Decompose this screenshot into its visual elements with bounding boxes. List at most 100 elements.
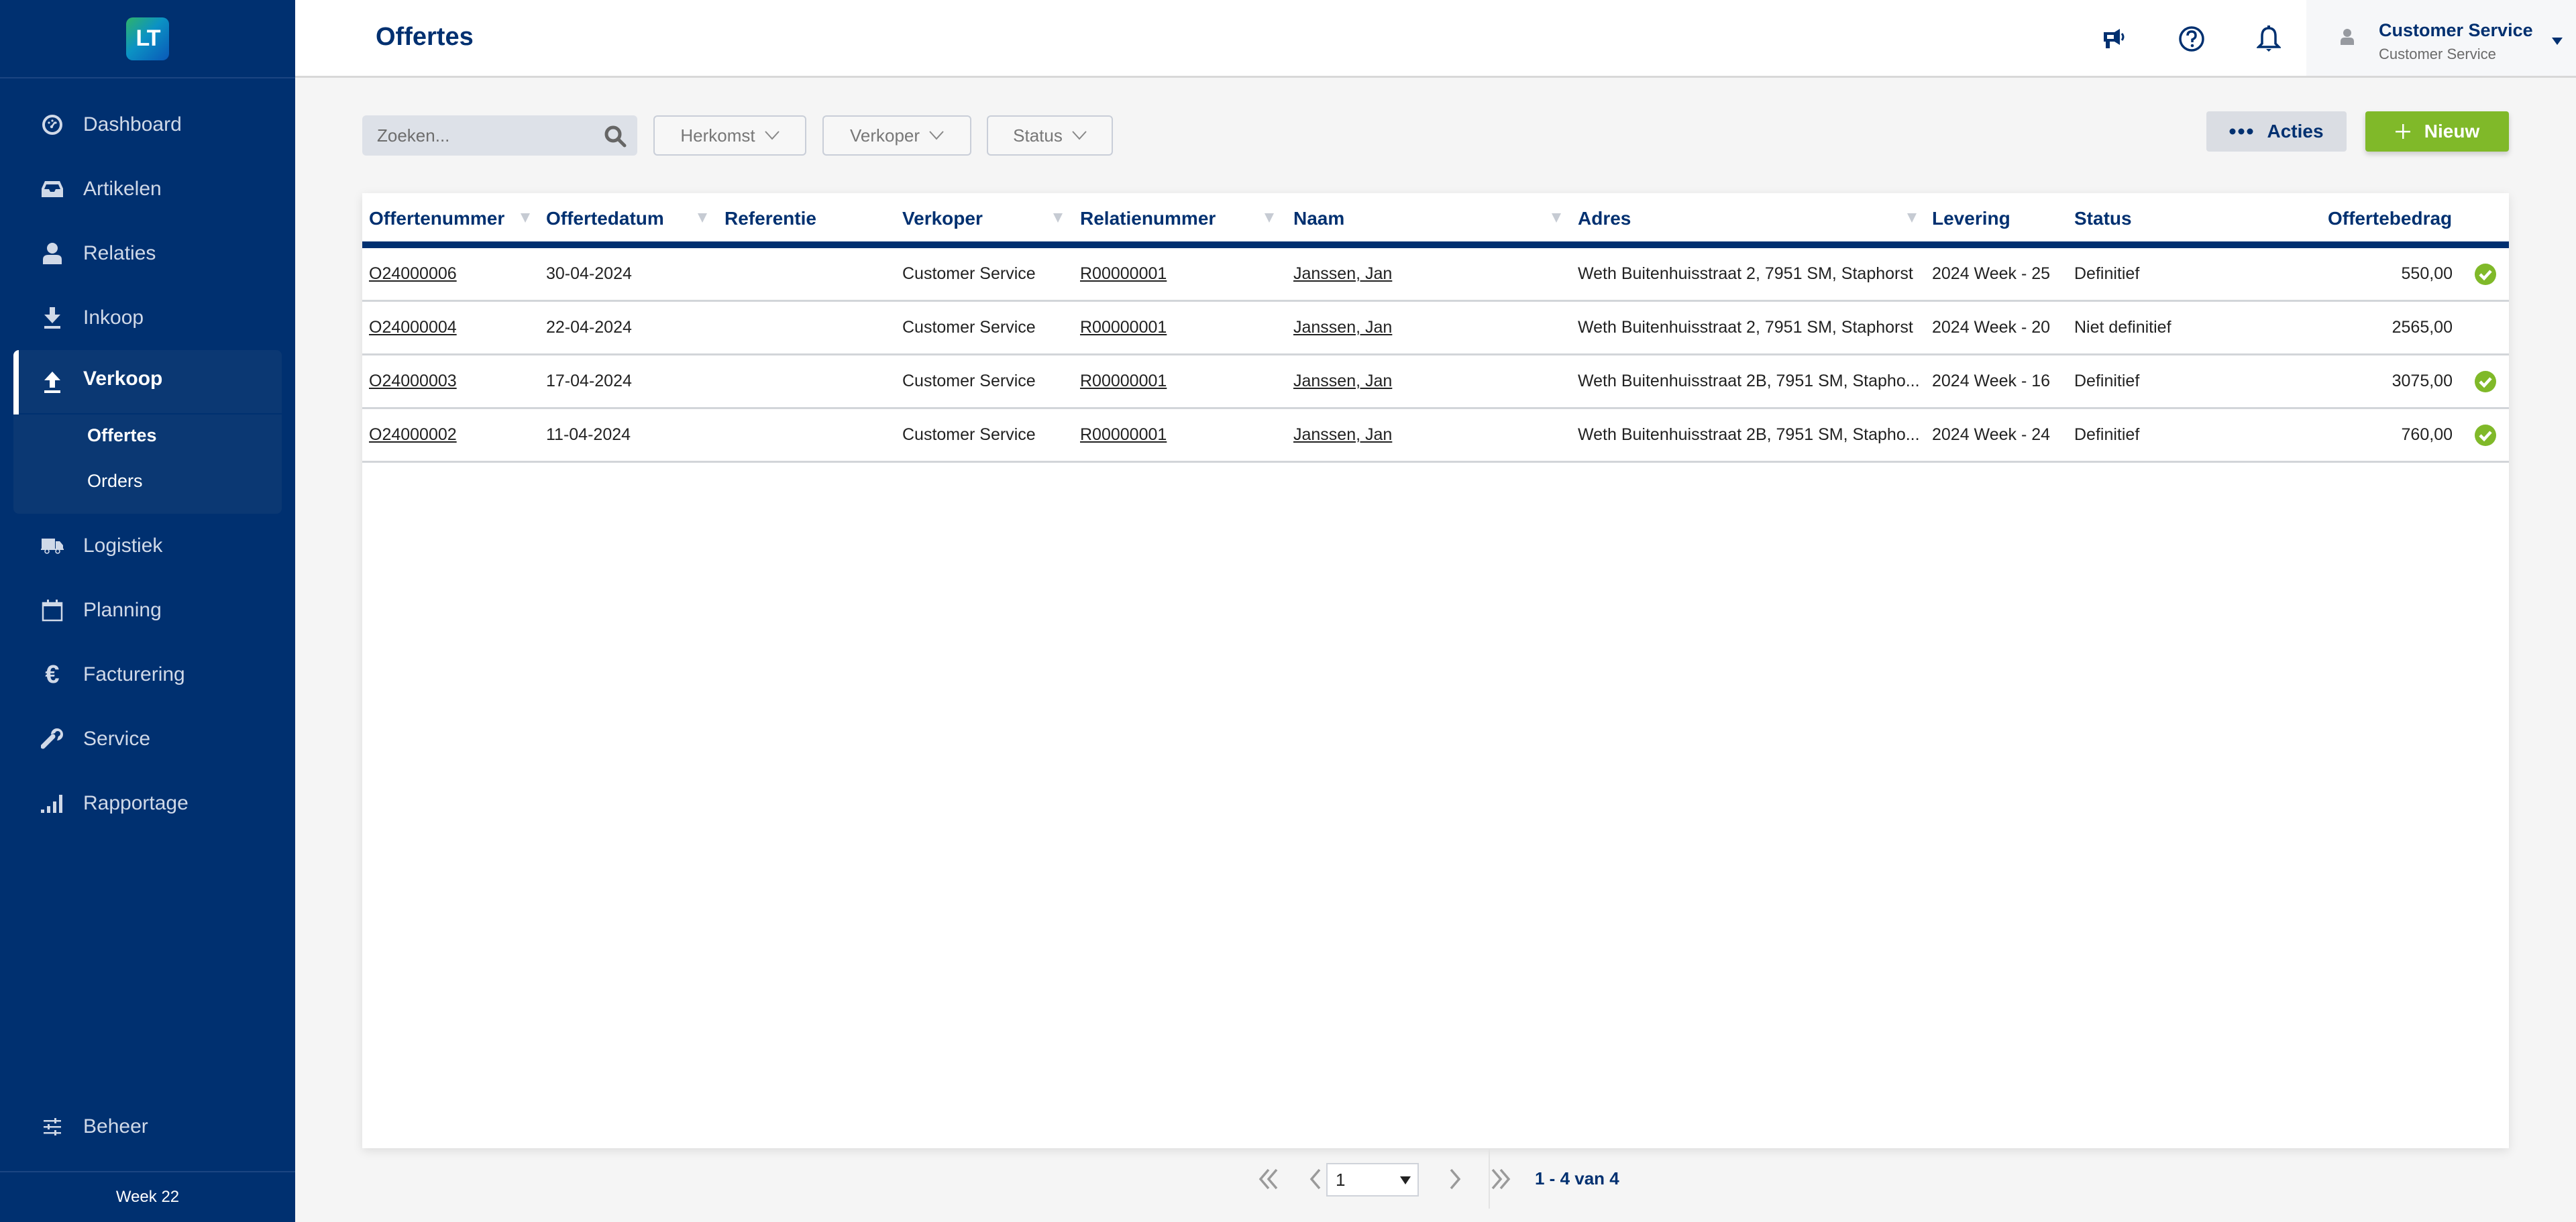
approved-check-icon [2475, 371, 2496, 392]
cell-naam-link[interactable]: Janssen, Jan [1293, 318, 1392, 337]
cell-relatienummer-link[interactable]: R00000001 [1080, 318, 1167, 337]
sidebar-item-label: Logistiek [83, 535, 163, 557]
cell-offertenummer-link[interactable]: O24000002 [369, 425, 457, 444]
filter-herkomst[interactable]: Herkomst [653, 115, 806, 156]
sidebar-item-label: Planning [83, 599, 162, 621]
next-page-button[interactable] [1442, 1164, 1469, 1194]
cell-levering: 2024 Week - 25 [1932, 264, 2050, 284]
previous-page-button[interactable] [1301, 1164, 1328, 1194]
column-header-offertedatum[interactable]: Offertedatum [546, 208, 664, 229]
sidebar-item-verkoop[interactable]: Verkoop [13, 350, 282, 414]
table-row[interactable]: O24000006 30-04-2024 Customer Service R0000… [362, 248, 2509, 302]
cell-offertedatum: 22-04-2024 [546, 318, 632, 337]
last-page-button[interactable] [1487, 1164, 1513, 1194]
sidebar-item-facturering[interactable]: € Facturering [0, 643, 295, 707]
page-select[interactable]: 1 [1326, 1163, 1419, 1197]
column-header-naam[interactable]: Naam [1293, 208, 1344, 229]
cell-relatienummer[interactable]: R00000001 [1080, 264, 1167, 284]
cell-relatienummer-link[interactable]: R00000001 [1080, 264, 1167, 283]
cell-offertedatum: 17-04-2024 [546, 372, 632, 391]
cell-offertenummer[interactable]: O24000003 [369, 372, 457, 391]
search-icon[interactable] [604, 125, 627, 151]
page-title: Offertes [376, 23, 474, 51]
cell-relatienummer-link[interactable]: R00000001 [1080, 372, 1167, 390]
column-header-relatienummer[interactable]: Relatienummer [1080, 208, 1216, 229]
column-header-adres[interactable]: Adres [1578, 208, 1631, 229]
first-page-button[interactable] [1256, 1164, 1283, 1194]
cell-naam-link[interactable]: Janssen, Jan [1293, 264, 1392, 283]
column-header-verkoper[interactable]: Verkoper [902, 208, 983, 229]
truck-icon [40, 534, 64, 558]
cell-naam-link[interactable]: Janssen, Jan [1293, 425, 1392, 444]
column-header-referentie[interactable]: Referentie [724, 208, 816, 229]
app-logo[interactable]: LT [126, 17, 169, 60]
approved-check-icon [2475, 264, 2496, 285]
cell-levering-text: 2024 Week - 20 [1932, 318, 2051, 337]
cell-relatienummer[interactable]: R00000001 [1080, 318, 1167, 337]
cell-verkoper: Customer Service [902, 372, 1036, 391]
cell-naam[interactable]: Janssen, Jan [1293, 318, 1392, 337]
sidebar-item-label: Inkoop [83, 307, 144, 329]
search-input[interactable] [377, 125, 592, 146]
table-row[interactable]: O24000004 22-04-2024 Customer Service R0000… [362, 302, 2509, 355]
sidebar-item-service[interactable]: Service [0, 707, 295, 771]
column-header-offertebedrag[interactable]: Offertebedrag [2328, 208, 2452, 229]
table-header-divider [362, 241, 2509, 248]
sidebar-item-artikelen[interactable]: Artikelen [0, 157, 295, 221]
acties-button[interactable]: Acties [2206, 111, 2347, 152]
filter-verkoper[interactable]: Verkoper [822, 115, 971, 156]
cell-naam[interactable]: Janssen, Jan [1293, 372, 1392, 391]
sidebar-item-rapportage[interactable]: Rapportage [0, 771, 295, 836]
more-dots-icon [2229, 128, 2253, 135]
cell-naam-link[interactable]: Janssen, Jan [1293, 372, 1392, 390]
bell-icon[interactable] [2254, 24, 2284, 54]
sidebar-item-beheer[interactable]: Beheer [0, 1095, 295, 1159]
cell-offertenummer[interactable]: O24000006 [369, 264, 457, 284]
sidebar-subitem-orders[interactable]: Orders [87, 471, 143, 492]
sidebar-item-inkoop[interactable]: Inkoop [0, 286, 295, 350]
sidebar-subitem-offertes[interactable]: Offertes [87, 425, 157, 446]
cell-levering: 2024 Week - 24 [1932, 425, 2050, 445]
filter-funnel-icon[interactable] [1053, 213, 1063, 223]
euro-icon: € [45, 660, 60, 689]
sidebar-item-planning[interactable]: Planning [0, 578, 295, 643]
nieuw-button[interactable]: Nieuw [2365, 111, 2509, 152]
column-header-levering[interactable]: Levering [1932, 208, 2010, 229]
cell-adres: Weth Buitenhuisstraat 2B, 7951 SM, Staph… [1578, 372, 1920, 391]
sidebar-item-relaties[interactable]: Relaties [0, 221, 295, 286]
cell-offertedatum-text: 11-04-2024 [546, 425, 631, 444]
cell-relatienummer[interactable]: R00000001 [1080, 425, 1167, 445]
help-circle-icon[interactable] [2177, 24, 2206, 54]
chevron-down-icon [764, 131, 780, 140]
cell-naam[interactable]: Janssen, Jan [1293, 264, 1392, 284]
filter-funnel-icon[interactable] [1907, 213, 1917, 223]
megaphone-icon[interactable] [2100, 24, 2129, 54]
cell-offertenummer[interactable]: O24000002 [369, 425, 457, 445]
sidebar-item-label: Service [83, 728, 151, 750]
filter-funnel-icon[interactable] [521, 213, 530, 223]
sidebar-item-dashboard[interactable]: Dashboard [0, 93, 295, 157]
cell-naam[interactable]: Janssen, Jan [1293, 425, 1392, 445]
column-header-offertenummer[interactable]: Offertenummer [369, 208, 504, 229]
cell-levering-text: 2024 Week - 25 [1932, 264, 2051, 283]
table-row[interactable]: O24000002 11-04-2024 Customer Service R0000… [362, 409, 2509, 463]
cell-offertenummer-link[interactable]: O24000003 [369, 372, 457, 390]
search-box[interactable] [362, 115, 637, 156]
filter-status[interactable]: Status [987, 115, 1113, 156]
cell-adres-text: Weth Buitenhuisstraat 2, 7951 SM, Stapho… [1578, 264, 1913, 283]
plus-icon [2395, 124, 2410, 139]
caret-down-icon [1400, 1176, 1411, 1184]
cell-relatienummer[interactable]: R00000001 [1080, 372, 1167, 391]
filter-funnel-icon[interactable] [1552, 213, 1561, 223]
cell-offertenummer-link[interactable]: O24000004 [369, 318, 457, 337]
cell-relatienummer-link[interactable]: R00000001 [1080, 425, 1167, 444]
column-header-status[interactable]: Status [2074, 208, 2132, 229]
filter-funnel-icon[interactable] [1265, 213, 1274, 223]
table-row[interactable]: O24000003 17-04-2024 Customer Service R0000… [362, 355, 2509, 409]
user-avatar-icon [2340, 28, 2355, 49]
cell-offertenummer-link[interactable]: O24000006 [369, 264, 457, 283]
filter-funnel-icon[interactable] [698, 213, 707, 223]
sidebar-item-logistiek[interactable]: Logistiek [0, 514, 295, 578]
cell-offertenummer[interactable]: O24000004 [369, 318, 457, 337]
user-menu[interactable]: Customer Service Customer Service [2306, 0, 2576, 76]
